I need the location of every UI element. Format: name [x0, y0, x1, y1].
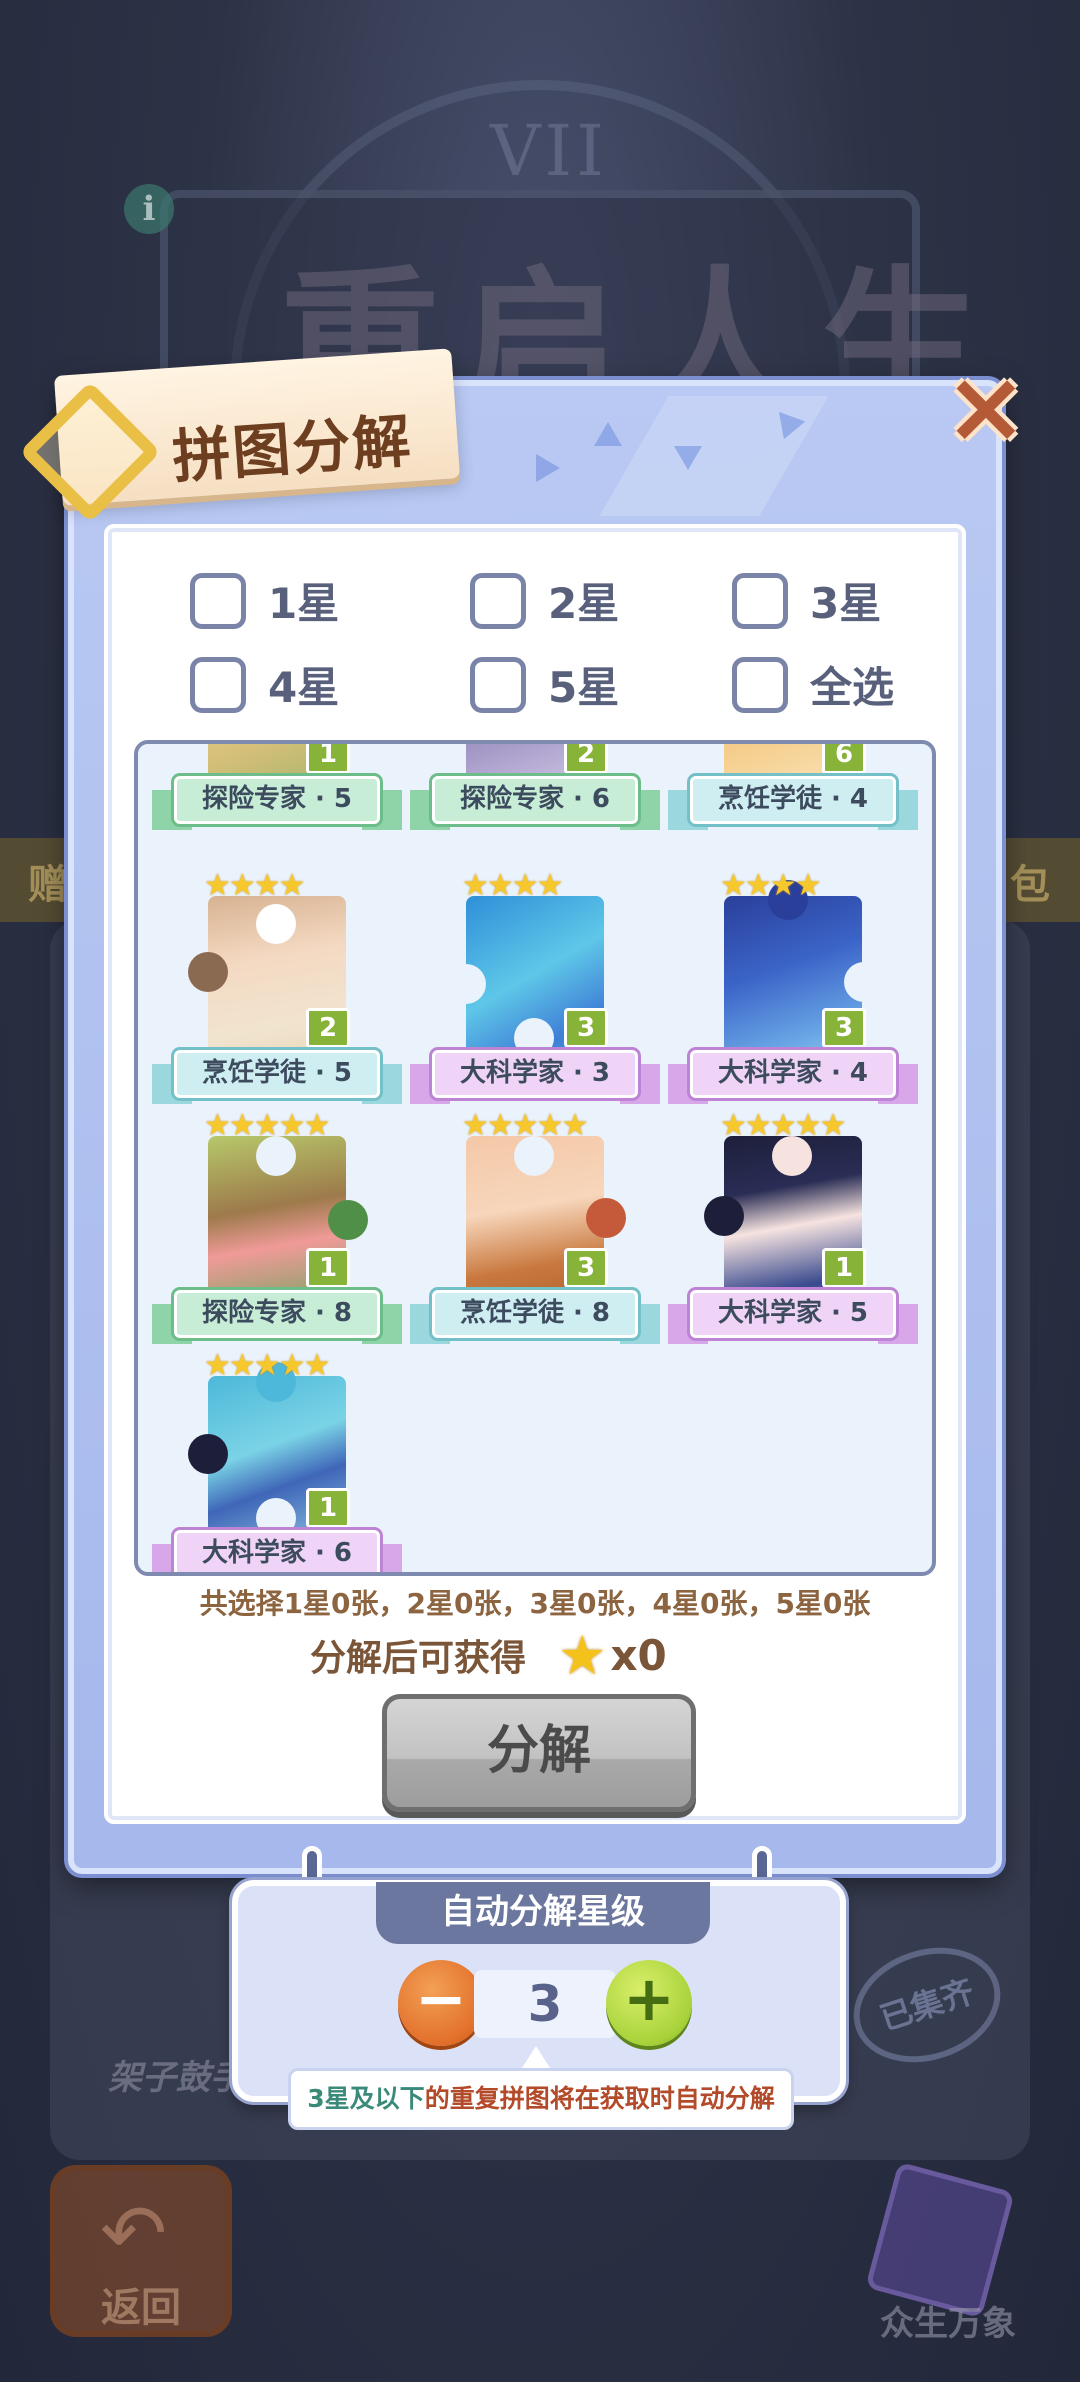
selection-summary: 共选择1星0张，2星0张，3星0张，4星0张，5星0张	[199, 1587, 871, 1620]
puzzle-piece[interactable]: ★★★★★ 1 探险专家 · 8	[152, 1108, 402, 1344]
puzzle-piece[interactable]: 6 烹饪学徒 · 4	[668, 744, 918, 830]
piece-ribbon: 探险专家 · 6	[410, 768, 660, 830]
checkbox[interactable]	[190, 656, 246, 713]
piece-name: 烹饪学徒 · 5	[174, 1050, 380, 1098]
decompose-button[interactable]: 分解	[382, 1694, 696, 1812]
background-card-label: 架子鼓手	[108, 2058, 244, 2098]
checkbox[interactable]	[190, 572, 246, 629]
minus-icon: −	[415, 1962, 467, 2035]
filter-5-star[interactable]: 5星	[470, 654, 619, 715]
checkbox[interactable]	[732, 656, 788, 713]
dialog-title: 拼图分解	[170, 406, 415, 492]
checkbox[interactable]	[470, 656, 526, 713]
decor-triangle	[536, 454, 560, 482]
star-rating: ★★★★★	[462, 1108, 588, 1143]
reward-count: x0	[610, 1630, 667, 1680]
piece-ribbon: 大科学家 · 3	[410, 1042, 660, 1104]
info-icon: i	[124, 184, 174, 234]
reward-row: 分解后可获得 ★ x0	[310, 1623, 667, 1687]
reward-label: 分解后可获得	[310, 1638, 527, 1679]
filter-label: 3星	[810, 579, 882, 628]
banner-left-text: 赠	[28, 862, 68, 908]
filter-select-all[interactable]: 全选	[732, 654, 894, 715]
piece-name: 探险专家 · 8	[174, 1290, 380, 1338]
star-icon: ★	[558, 1623, 607, 1687]
auto-decompose-title: 自动分解星级	[376, 1882, 710, 1944]
puzzle-knob	[704, 1196, 744, 1236]
piece-ribbon: 大科学家 · 6	[152, 1522, 402, 1572]
puzzle-pieces-list[interactable]: 1 探险专家 · 5 2 探险专家 · 6 6 烹饪学徒 · 4 ★★★★ 2 …	[134, 740, 936, 1576]
filter-label: 5星	[548, 663, 620, 712]
piece-name: 大科学家 · 5	[690, 1290, 896, 1338]
piece-name: 探险专家 · 6	[432, 776, 638, 824]
puzzle-piece[interactable]: ★★★★★ 1 大科学家 · 6	[152, 1348, 402, 1572]
piece-ribbon: 烹饪学徒 · 4	[668, 768, 918, 830]
star-rating: ★★★★	[204, 868, 306, 903]
piece-ribbon: 探险专家 · 5	[152, 768, 402, 830]
filter-label: 全选	[810, 663, 895, 712]
star-level-value: 3	[527, 1975, 563, 2033]
piece-name: 大科学家 · 3	[432, 1050, 638, 1098]
decrease-button[interactable]: −	[398, 1960, 484, 2046]
tip-pointer	[522, 2046, 550, 2068]
tip-highlight: 3星及以下	[307, 2084, 425, 2113]
star-rating: ★★★★★	[204, 1348, 330, 1383]
puzzle-knob	[844, 962, 884, 1002]
puzzle-piece[interactable]: ★★★★★ 3 烹饪学徒 · 8	[410, 1108, 660, 1344]
filter-label: 4星	[268, 663, 340, 712]
increase-button[interactable]: +	[606, 1960, 692, 2046]
puzzle-knob	[256, 904, 296, 944]
back-button: ↶ 返回	[50, 2165, 232, 2337]
piece-ribbon: 烹饪学徒 · 5	[152, 1042, 402, 1104]
star-rating: ★★★★	[720, 868, 822, 903]
star-rating: ★★★★	[462, 868, 564, 903]
tip-text: 的重复拼图将在获取时自动分解	[424, 2084, 775, 2113]
puzzle-piece[interactable]: ★★★★ 3 大科学家 · 4	[668, 868, 918, 1104]
close-button[interactable]: ×	[944, 357, 1028, 457]
plus-icon: +	[623, 1962, 675, 2035]
puzzle-knob	[328, 1200, 368, 1240]
piece-ribbon: 大科学家 · 5	[668, 1282, 918, 1344]
star-rating: ★★★★★	[720, 1108, 846, 1143]
puzzle-knob	[188, 1434, 228, 1474]
piece-ribbon: 烹饪学徒 · 8	[410, 1282, 660, 1344]
piece-name: 大科学家 · 6	[174, 1530, 380, 1572]
puzzle-piece[interactable]: ★★★★ 2 烹饪学徒 · 5	[152, 868, 402, 1104]
filter-4-star[interactable]: 4星	[190, 654, 339, 715]
dialog-sheen	[599, 396, 829, 516]
decor-triangle	[594, 422, 622, 446]
banner-right-text: 包	[1010, 862, 1050, 908]
decor-triangle	[674, 446, 702, 470]
puzzle-piece[interactable]: ★★★★ 3 大科学家 · 3	[410, 868, 660, 1104]
star-rating: ★★★★★	[204, 1108, 330, 1143]
piece-ribbon: 大科学家 · 4	[668, 1042, 918, 1104]
piece-name: 大科学家 · 4	[690, 1050, 896, 1098]
piece-name: 烹饪学徒 · 4	[690, 776, 896, 824]
back-label: 返回	[101, 2285, 181, 2331]
puzzle-piece[interactable]: 2 探险专家 · 6	[410, 744, 660, 830]
piece-ribbon: 探险专家 · 8	[152, 1282, 402, 1344]
filter-label: 1星	[268, 579, 340, 628]
close-icon: ×	[944, 348, 1028, 465]
filter-3-star[interactable]: 3星	[732, 570, 881, 631]
clock-numeral: VII	[490, 110, 608, 192]
puzzle-knob	[586, 1198, 626, 1238]
checkbox[interactable]	[470, 572, 526, 629]
checkbox[interactable]	[732, 572, 788, 629]
auto-decompose-tip: 3星及以下的重复拼图将在获取时自动分解	[288, 2068, 794, 2130]
puzzle-piece[interactable]: ★★★★★ 1 大科学家 · 5	[668, 1108, 918, 1344]
filter-label: 2星	[548, 579, 620, 628]
gallery-label: 众生万象	[880, 2304, 1016, 2344]
puzzle-knob	[188, 952, 228, 992]
puzzle-knob	[446, 964, 486, 1004]
piece-name: 探险专家 · 5	[174, 776, 380, 824]
filter-1-star[interactable]: 1星	[190, 570, 339, 631]
puzzle-piece[interactable]: 1 探险专家 · 5	[152, 744, 402, 830]
piece-name: 烹饪学徒 · 8	[432, 1290, 638, 1338]
back-arrow-icon: ↶	[100, 2187, 168, 2280]
filter-2-star[interactable]: 2星	[470, 570, 619, 631]
